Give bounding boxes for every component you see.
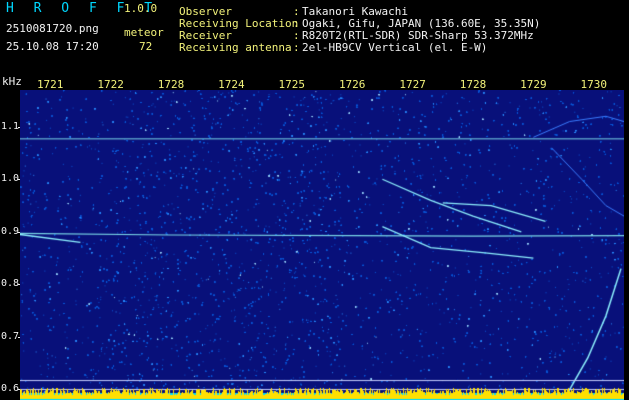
datetime: 25.10.08 17:20 [6,40,99,53]
x-tick-label: 1728 [459,78,487,91]
info-key-receiver: Receiver [179,29,232,42]
info-sep: : [293,5,300,18]
info-value-receiver: R820T2(RTL-SDR) SDR-Sharp 53.372MHz [302,29,534,42]
x-tick-label: 1729 [520,78,547,91]
y-tick-label: 0.9 [1,225,20,237]
filename: 2510081720.png [6,22,99,35]
info-value-location: Ogaki, Gifu, JAPAN (136.60E, 35.35N) [302,17,541,30]
x-tick-label: 1722 [97,78,124,91]
x-tick-label: 1730 [580,78,608,91]
y-tick-label: 1.0 [1,173,20,185]
y-tick-label: 0.6 [1,383,20,395]
x-tick-label: 1725 [278,78,306,91]
header-panel: H R O F F T 1.0.0 2510081720.png meteor … [0,0,629,76]
info-key-observer: Observer [179,5,232,18]
x-tick-label: 1721 [36,78,64,91]
y-tick-label: 1.1 [1,120,20,132]
spectrogram-canvas [20,90,624,400]
meteor-count-value: 72 [139,40,153,53]
y-tick-label: 0.8 [1,278,20,290]
info-sep: : [293,41,300,54]
y-axis-unit: kHz [2,75,22,88]
app-version: 1.0.0 [124,2,158,15]
x-tick-label: 1728 [157,78,185,91]
info-value-antenna: 2el-HB9CV Vertical (el. E-W) [302,41,488,54]
x-tick-label: 1727 [399,78,426,91]
info-key-antenna: Receiving antenna [179,41,292,54]
info-value-observer: Takanori Kawachi [302,5,408,18]
info-key-location: Receiving Location [179,17,299,30]
meteor-count-label: meteor [124,26,164,39]
y-tick-label: 0.7 [1,330,20,342]
x-tick-label: 1724 [218,78,245,91]
x-tick-label: 1726 [338,78,366,91]
info-sep: : [293,29,300,42]
info-sep: : [293,17,300,30]
